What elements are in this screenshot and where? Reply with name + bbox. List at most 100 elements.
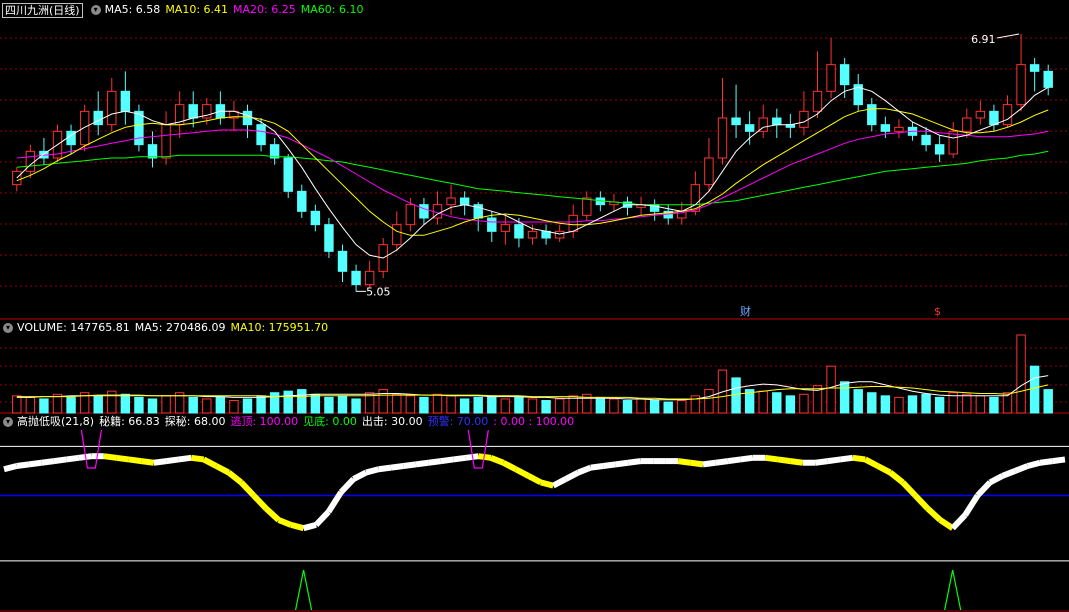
indicator-segment bbox=[452, 454, 467, 463]
chevron-down-icon[interactable]: ▾ bbox=[3, 417, 13, 427]
indicator-segment bbox=[765, 454, 779, 463]
volume-label: VOLUME: 147765.81 bbox=[17, 321, 130, 334]
volume-bar bbox=[867, 392, 877, 414]
indicator-segment bbox=[365, 466, 380, 476]
volume-bar bbox=[459, 398, 470, 414]
candle-body bbox=[826, 64, 836, 92]
indicator-segment bbox=[226, 470, 244, 485]
indicator-segment bbox=[3, 463, 18, 473]
high-price-label: 6.91 bbox=[971, 33, 996, 46]
volume-bar bbox=[134, 396, 144, 414]
indicator-segment bbox=[564, 469, 580, 482]
candle-body bbox=[364, 270, 375, 286]
indicator-segment bbox=[140, 458, 155, 466]
candle-body bbox=[1016, 64, 1026, 106]
volume-bar bbox=[989, 396, 999, 414]
volume-bar bbox=[853, 389, 863, 414]
volume-bar bbox=[704, 389, 714, 414]
indicator-segment bbox=[403, 461, 417, 469]
indicator-segment bbox=[1052, 456, 1066, 465]
indicator-segment bbox=[814, 458, 829, 466]
candle-body bbox=[405, 204, 416, 226]
indicator-segment bbox=[415, 459, 429, 468]
stock-title[interactable]: 四川九洲(日线) bbox=[2, 2, 83, 18]
candle-body bbox=[242, 110, 253, 126]
volume-bar bbox=[1016, 334, 1026, 414]
indicator-segment bbox=[852, 454, 866, 463]
volume-bar bbox=[310, 393, 321, 414]
candle-body bbox=[1029, 64, 1040, 72]
volume-bar bbox=[324, 396, 334, 414]
volume-bar bbox=[39, 398, 49, 414]
volume-bar bbox=[527, 398, 538, 414]
indicator-segment bbox=[41, 458, 55, 466]
indicator-segment bbox=[863, 456, 880, 469]
volume-bar bbox=[256, 395, 266, 414]
candle-body bbox=[934, 144, 945, 155]
candle-body bbox=[717, 117, 728, 159]
indicator-segment bbox=[190, 454, 205, 463]
indicator-segment bbox=[128, 456, 142, 465]
chevron-down-icon[interactable]: ▾ bbox=[90, 5, 101, 15]
volume-bar bbox=[269, 392, 280, 414]
price-ma5-label: MA5: 6.58 bbox=[104, 3, 161, 16]
candle-body bbox=[704, 157, 714, 186]
volume-bar bbox=[432, 393, 443, 414]
indicator-segment bbox=[727, 456, 741, 465]
indicator-segment bbox=[501, 460, 518, 472]
indicator-segment bbox=[577, 464, 592, 476]
indicator-segment bbox=[153, 458, 167, 466]
chevron-down-icon[interactable]: ▾ bbox=[3, 323, 13, 333]
candle-body bbox=[324, 224, 334, 252]
indicator-segment bbox=[777, 456, 791, 465]
volume-bar bbox=[93, 395, 103, 414]
candle-body bbox=[500, 224, 511, 232]
indicator-segment bbox=[827, 456, 841, 465]
volume-bar bbox=[337, 395, 348, 414]
volume-ma10-line bbox=[16, 384, 1049, 400]
volume-ma5-label: MA5: 270486.09 bbox=[134, 321, 226, 334]
indicator-segment bbox=[489, 455, 505, 466]
candle-body bbox=[256, 124, 266, 146]
indicator-segment bbox=[390, 463, 404, 471]
volume-bar bbox=[799, 393, 809, 414]
bottom-signal-marker bbox=[944, 569, 962, 611]
volume-bar bbox=[514, 396, 524, 414]
volume-bar bbox=[962, 393, 972, 414]
top-signal-marker bbox=[80, 429, 102, 469]
candle-body bbox=[554, 230, 565, 239]
volume-bar bbox=[283, 390, 293, 414]
indicator-segment bbox=[214, 463, 231, 476]
candle-body bbox=[459, 197, 470, 206]
volume-bar bbox=[907, 395, 918, 414]
indicator-segment bbox=[115, 454, 130, 463]
candle-body bbox=[25, 150, 36, 172]
candle-body bbox=[582, 197, 592, 216]
event-marker: 财 bbox=[740, 304, 751, 318]
candle-body bbox=[487, 217, 497, 232]
top-signal-marker bbox=[467, 429, 489, 469]
indicator-segment bbox=[615, 459, 629, 468]
indicator-segment bbox=[876, 463, 892, 476]
candle-body bbox=[297, 190, 307, 212]
candle-body bbox=[419, 204, 429, 219]
candle-body bbox=[107, 90, 117, 126]
volume-bar bbox=[609, 398, 619, 414]
volume-bar bbox=[785, 395, 796, 414]
volume-bar bbox=[161, 395, 171, 414]
candle-body bbox=[568, 214, 578, 232]
ma10-line bbox=[16, 108, 1049, 236]
candle-body bbox=[283, 157, 293, 192]
volume-panel-header: ▾ VOLUME: 147765.81 MA5: 270486.09 MA10:… bbox=[0, 320, 333, 336]
candle-body bbox=[392, 224, 402, 246]
indicator-segment bbox=[103, 453, 117, 461]
volume-bar bbox=[934, 396, 945, 414]
volume-bar bbox=[663, 401, 673, 414]
price-panel-header: 四川九洲(日线) ▾ MA5: 6.58 MA10: 6.41 MA20: 6.… bbox=[0, 2, 368, 18]
indicator-segment bbox=[238, 480, 256, 498]
indicator-name: 高抛低吸(21,8) bbox=[17, 415, 95, 428]
indicator-segment bbox=[440, 456, 454, 465]
candle-body bbox=[867, 104, 877, 126]
indicator-segment bbox=[1001, 468, 1017, 479]
volume-bar bbox=[242, 398, 253, 414]
